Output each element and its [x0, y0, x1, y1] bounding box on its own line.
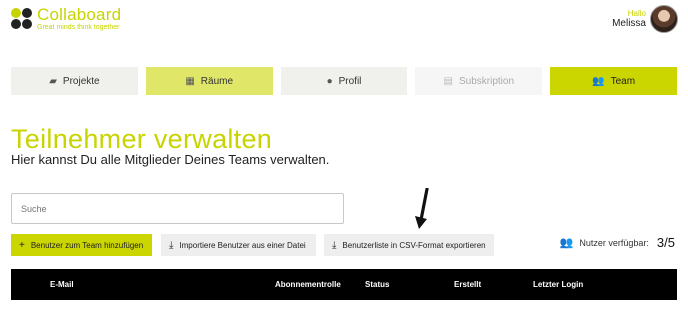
column-subscription-role[interactable]: Abonnementrolle: [275, 280, 341, 289]
tab-profil[interactable]: ● Profil: [280, 67, 408, 95]
plus-icon: +: [19, 239, 25, 251]
search-input[interactable]: [11, 193, 344, 224]
availability-label: Nutzer verfügbar:: [579, 237, 649, 248]
page-subtitle: Hier kannst Du alle Mitglieder Deines Te…: [11, 152, 330, 167]
availability-count: 3/5: [656, 235, 675, 250]
import-users-label: Importiere Benutzer aus einer Datei: [179, 240, 306, 250]
users-icon: 👥: [592, 75, 605, 87]
import-users-button[interactable]: ⤓ Importiere Benutzer aus einer Datei: [161, 234, 316, 256]
tab-projekte[interactable]: ▰ Projekte: [11, 67, 138, 95]
download-icon: ⤓: [332, 239, 337, 251]
column-status[interactable]: Status: [365, 280, 389, 289]
brand-tagline: Great minds think together: [37, 24, 120, 31]
page-title: Teilnehmer verwalten: [11, 124, 273, 154]
person-icon: ●: [326, 75, 333, 87]
tab-subskription[interactable]: ▤ Subskription: [415, 67, 543, 95]
download-icon: ⤓: [169, 239, 174, 251]
tab-label: Subskription: [459, 75, 515, 87]
add-user-button[interactable]: + Benutzer zum Team hinzufügen: [11, 234, 152, 256]
column-last-login[interactable]: Letzter Login: [533, 280, 583, 289]
avatar[interactable]: [650, 5, 678, 33]
users-icon: 👥: [559, 237, 574, 249]
export-csv-button[interactable]: ⤓ Benutzerliste in CSV-Format exportiere…: [324, 234, 494, 256]
tab-label: Räume: [200, 75, 234, 87]
brand-logo[interactable]: Collaboard Great minds think together: [11, 6, 121, 31]
export-csv-label: Benutzerliste in CSV-Format exportieren: [342, 240, 486, 250]
main-tabs: ▰ Projekte ▦ Räume ● Profil ▤ Subskripti…: [11, 67, 677, 95]
column-email[interactable]: E-Mail: [50, 280, 74, 289]
user-availability: 👥 Nutzer verfügbar: 3/5: [560, 235, 675, 250]
logo-mark-icon: [11, 7, 33, 30]
user-greeting: Hallo: [627, 8, 646, 18]
arrow-annotation-icon: [415, 188, 429, 229]
tab-label: Projekte: [62, 75, 100, 87]
tab-team[interactable]: 👥 Team: [550, 67, 677, 95]
tab-raeume[interactable]: ▦ Räume: [145, 67, 273, 95]
tab-label: Team: [610, 75, 636, 87]
add-user-label: Benutzer zum Team hinzufügen: [30, 240, 144, 250]
grid-icon: ▦: [185, 75, 195, 87]
table-header: E-Mail Abonnementrolle Status Erstellt L…: [11, 269, 677, 300]
clipboard-icon: ▤: [443, 75, 453, 87]
user-menu[interactable]: Hallo Melissa: [612, 5, 678, 33]
user-name: Melissa: [612, 17, 646, 29]
column-created[interactable]: Erstellt: [454, 280, 481, 289]
tab-label: Profil: [338, 75, 362, 87]
folders-icon: ▰: [49, 75, 57, 87]
brand-name: Collaboard: [37, 5, 122, 24]
